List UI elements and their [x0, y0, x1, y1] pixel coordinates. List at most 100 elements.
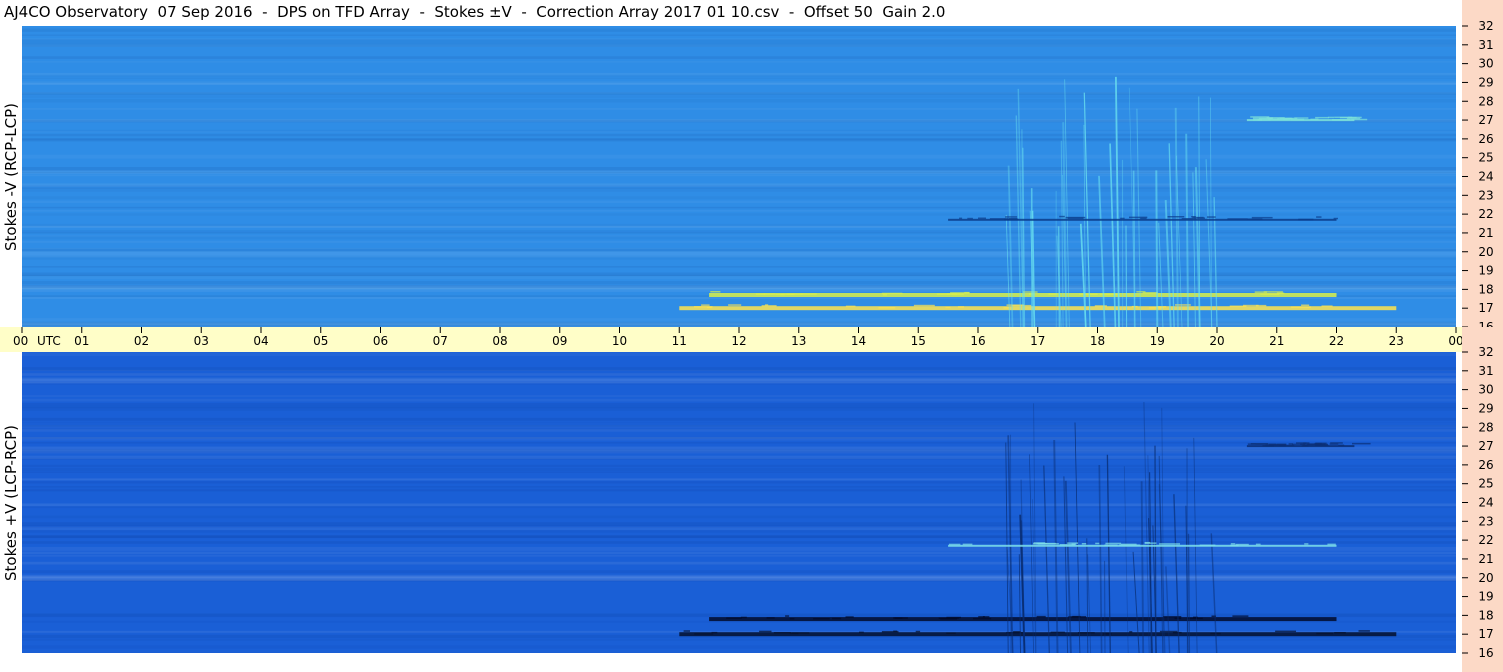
- band-speckle: [1206, 216, 1216, 218]
- texture-stripe: [22, 352, 1456, 356]
- top-panel-ylabel: Stokes -V (RCP-LCP): [0, 26, 22, 327]
- band-speckle: [1321, 305, 1333, 307]
- time-tick-label: 16: [970, 334, 985, 348]
- texture-stripe: [22, 471, 1456, 473]
- band-speckle: [1247, 443, 1256, 445]
- band-speckle: [1067, 217, 1084, 219]
- band-speckle: [1251, 216, 1273, 219]
- freq-tick-label: 20: [1478, 571, 1493, 585]
- texture-stripe: [22, 373, 1456, 376]
- freq-tick-label: 29: [1478, 75, 1493, 89]
- band-speckle: [958, 306, 964, 308]
- band-speckle: [962, 543, 973, 546]
- texture-stripe: [22, 281, 1456, 284]
- freq-tick-label: 23: [1478, 188, 1493, 202]
- band-speckle: [1230, 543, 1236, 545]
- bottom-spectrogram: [22, 352, 1456, 653]
- band-speckle: [967, 217, 973, 220]
- texture-stripe: [22, 39, 1456, 43]
- band-speckle: [1338, 444, 1345, 446]
- time-tick-label: 03: [194, 334, 209, 348]
- band-speckle: [1140, 217, 1147, 220]
- texture-stripe: [22, 417, 1456, 421]
- texture-stripe: [22, 225, 1456, 228]
- texture-stripe: [22, 321, 1456, 325]
- texture-stripe: [22, 541, 1456, 544]
- band-speckle: [881, 292, 903, 295]
- burst-streak: [1187, 533, 1191, 653]
- texture-stripe: [22, 138, 1456, 140]
- band-speckle: [1005, 216, 1018, 218]
- bottom-freq-axis: 16 17 18 19 20 21 22 23 24 25 26 27 28 29 30 31 32: [1462, 327, 1503, 672]
- emission-band: [679, 306, 1397, 311]
- band-speckle: [1079, 293, 1098, 295]
- texture-stripe: [22, 119, 1456, 122]
- top-freq-axis-svg: 16 17 18 19 20 21 22 23 24 25 26 27 28 29 30 31 32: [1462, 19, 1494, 327]
- time-tick-label: 09: [552, 334, 567, 348]
- texture-stripe: [22, 576, 1456, 578]
- band-speckle: [755, 293, 766, 295]
- spectrogram-background: [22, 352, 1456, 653]
- band-speckle: [945, 306, 951, 309]
- band-speckle: [726, 617, 742, 619]
- band-speckle: [1191, 216, 1196, 218]
- band-speckle: [1033, 543, 1048, 545]
- band-speckle: [1036, 615, 1046, 618]
- band-speckle: [1167, 216, 1185, 218]
- band-speckle: [1279, 117, 1298, 120]
- freq-tick-label: 32: [1478, 19, 1493, 33]
- texture-stripe: [22, 99, 1456, 103]
- texture-stripe: [22, 570, 1456, 574]
- texture-stripe: [22, 464, 1456, 468]
- texture-stripe: [22, 530, 1456, 533]
- band-speckle: [946, 616, 961, 619]
- freq-tick-label: 21: [1478, 226, 1493, 240]
- time-axis: 00 01 02 03 04 05 06 07 08 09 10 11 12 13 14 15 16 17 18 19…: [0, 327, 1462, 352]
- time-tick-label: 05: [313, 334, 328, 348]
- texture-stripe: [22, 535, 1456, 538]
- band-speckle: [1314, 442, 1322, 445]
- band-speckle: [1105, 542, 1122, 545]
- texture-stripe: [22, 213, 1456, 215]
- band-speckle: [701, 304, 710, 306]
- band-speckle: [982, 616, 990, 618]
- chart-title: AJ4CO Observatory 07 Sep 2016 - DPS on T…: [4, 3, 946, 21]
- band-speckle: [1316, 632, 1334, 635]
- freq-tick-label: 26: [1478, 132, 1493, 146]
- time-tick-label: 21: [1269, 334, 1284, 348]
- band-speckle: [878, 307, 896, 309]
- band-speckle: [728, 304, 742, 306]
- band-speckle: [1199, 544, 1216, 546]
- texture-stripe: [22, 61, 1456, 62]
- freq-tick-label: 30: [1478, 57, 1493, 71]
- band-speckle: [1304, 543, 1309, 545]
- texture-stripe: [22, 297, 1456, 299]
- texture-stripe: [22, 174, 1456, 177]
- texture-stripe: [22, 436, 1456, 440]
- texture-stripe: [22, 230, 1456, 232]
- band-speckle: [1104, 544, 1118, 546]
- freq-tick-label: 19: [1478, 264, 1493, 278]
- freq-tick-label: 18: [1478, 608, 1493, 622]
- band-speckle: [1351, 118, 1368, 121]
- band-speckle: [1334, 632, 1346, 634]
- freq-tick-label: 30: [1478, 383, 1493, 397]
- band-speckle: [893, 617, 908, 619]
- band-speckle: [759, 630, 772, 633]
- band-speckle: [761, 305, 777, 307]
- freq-tick-label: 22: [1478, 207, 1493, 221]
- band-speckle: [1011, 304, 1032, 307]
- texture-stripe: [22, 183, 1456, 187]
- texture-stripe: [22, 450, 1456, 452]
- texture-stripe: [22, 276, 1456, 280]
- band-speckle: [766, 617, 775, 619]
- band-speckle: [1197, 217, 1205, 219]
- freq-tick-label: 28: [1478, 420, 1493, 434]
- band-speckle: [1144, 541, 1151, 544]
- freq-tick-label: 16: [1478, 646, 1493, 660]
- time-tick-label: 17: [1030, 334, 1045, 348]
- texture-stripe: [22, 170, 1456, 174]
- band-speckle: [1193, 616, 1198, 619]
- texture-stripe: [22, 490, 1456, 491]
- time-tick-label: 08: [492, 334, 507, 348]
